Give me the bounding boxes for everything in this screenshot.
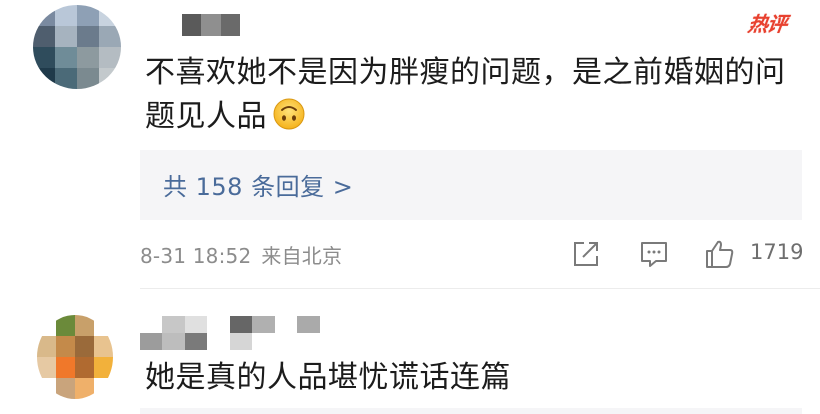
comment-body: 她是真的人品堪忧谎话连篇 — [145, 360, 511, 395]
comment-meta: 8-31 18:52 来自北京 — [140, 240, 342, 269]
comment-divider — [140, 288, 820, 289]
comment-body: 不喜欢她不是因为胖瘦的问题，是之前婚姻的问题见人品 — [145, 55, 786, 134]
comment-location: 来自北京 — [261, 244, 343, 268]
comment-icon[interactable] — [638, 238, 670, 270]
like-count: 1719 — [750, 240, 804, 264]
comment-time: 8-31 18:52 — [140, 244, 252, 268]
username-redacted[interactable] — [140, 316, 342, 350]
share-icon[interactable] — [570, 238, 602, 270]
view-replies-link[interactable]: 共 158 条回复 > — [163, 167, 353, 202]
avatar[interactable] — [37, 315, 113, 399]
avatar[interactable] — [33, 5, 121, 89]
hot-comment-badge: 热评 — [746, 12, 788, 36]
upside-down-face-icon — [273, 98, 305, 130]
username-redacted[interactable] — [182, 14, 240, 36]
comment-text: 她是真的人品堪忧谎话连篇 — [145, 356, 795, 400]
comment-text: 不喜欢她不是因为胖瘦的问题，是之前婚姻的问题见人品 — [145, 51, 795, 139]
replies-panel-partial — [140, 408, 802, 414]
like-icon[interactable] — [704, 238, 736, 270]
